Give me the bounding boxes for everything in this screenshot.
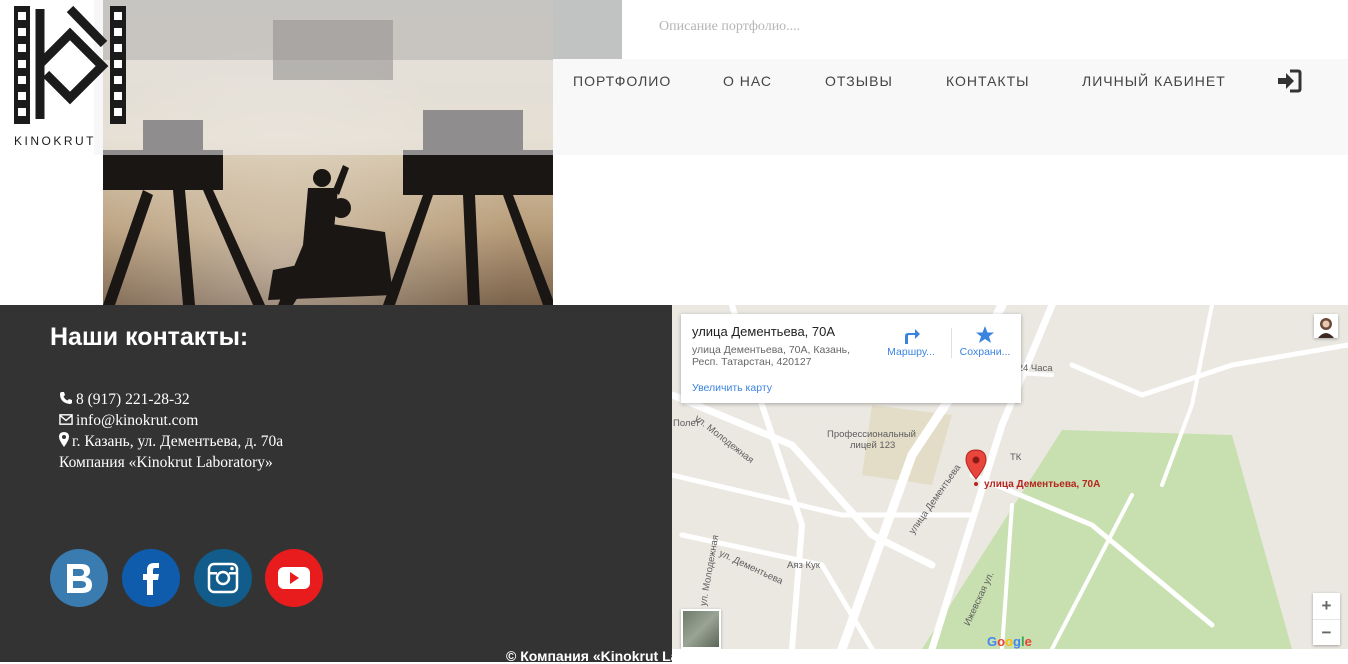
map-info-card: улица Дементьева, 70А улица Дементьева, … — [681, 314, 1021, 403]
contacts-section: Наши контакты: 8 (917) 221-28-32 info@ki… — [0, 305, 672, 662]
youtube-link[interactable] — [265, 549, 323, 607]
contact-phone: 8 (917) 221-28-32 — [59, 391, 190, 409]
save-place-button[interactable]: Сохрани... — [955, 324, 1015, 358]
youtube-icon — [278, 567, 310, 589]
contacts-title: Наши контакты: — [50, 323, 249, 351]
nav-reviews[interactable]: ОТЗЫВЫ — [825, 73, 893, 89]
nav-contacts[interactable]: КОНТАКТЫ — [946, 73, 1030, 89]
instagram-link[interactable] — [194, 549, 252, 607]
company-name: Компания «Kinokrut Laboratory» — [59, 454, 273, 471]
contact-address: г. Казань, ул. Дементьева, д. 70а — [59, 432, 283, 451]
map-label-ayaz: Аяз Кук — [787, 560, 820, 571]
place-address: улица Дементьева, 70А, Казань, Респ. Тат… — [692, 344, 851, 368]
nav-portfolio[interactable]: ПОРТФОЛИО — [573, 73, 671, 89]
pin-label: улица Дементьева, 70А — [984, 479, 1101, 490]
map-label-school-line2: лицей 123 — [850, 440, 896, 451]
vk-link[interactable] — [50, 549, 108, 607]
street-view-person-icon[interactable] — [1314, 314, 1338, 338]
vk-icon — [67, 564, 92, 593]
phone-icon — [60, 392, 72, 404]
zoom-out-button[interactable]: − — [1313, 619, 1340, 646]
directions-label: Маршру... — [887, 346, 935, 358]
map-marker-icon — [59, 432, 69, 447]
place-title: улица Дементьева, 70А — [692, 324, 836, 339]
save-place-label: Сохрани... — [959, 346, 1011, 358]
google-map[interactable]: апчасти 24 Часа Профессиональный лицей 1… — [672, 305, 1348, 649]
facebook-icon — [143, 563, 159, 595]
star-icon — [976, 326, 994, 343]
zoom-controls: + − — [1313, 593, 1340, 645]
email-link[interactable]: info@kinokrut.com — [76, 412, 198, 429]
contact-email: info@kinokrut.com — [59, 412, 198, 430]
kinokrut-logo[interactable] — [12, 4, 130, 149]
directions-button[interactable]: Маршру... — [881, 324, 941, 358]
address-text: г. Казань, ул. Дементьева, д. 70а — [72, 433, 284, 450]
nav-account[interactable]: ЛИЧНЫЙ КАБИНЕТ — [1082, 73, 1226, 89]
hero-photo-top-strip — [553, 0, 622, 59]
card-divider — [951, 328, 952, 358]
instagram-icon — [207, 562, 239, 594]
nav-about[interactable]: О НАС — [723, 73, 772, 89]
satellite-view-toggle[interactable] — [681, 609, 721, 649]
main-navbar: ПОРТФОЛИО О НАС ОТЗЫВЫ КОНТАКТЫ ЛИЧНЫЙ К… — [553, 59, 1348, 155]
zoom-in-button[interactable]: + — [1313, 593, 1340, 619]
portfolio-description: Описание портфолио.... — [659, 19, 801, 34]
directions-icon — [905, 329, 920, 344]
facebook-link[interactable] — [122, 549, 180, 607]
map-label-tk: ТК — [1010, 452, 1022, 463]
sign-in-icon[interactable] — [1276, 69, 1302, 93]
enlarge-map-link[interactable]: Увеличить карту — [692, 382, 772, 394]
map-label-school: Профессиональный — [827, 429, 916, 440]
phone-number[interactable]: 8 (917) 221-28-32 — [76, 391, 190, 408]
logo-text: KINOKRUT — [14, 134, 97, 148]
envelope-icon — [59, 414, 73, 425]
google-logo: Google — [987, 634, 1032, 649]
